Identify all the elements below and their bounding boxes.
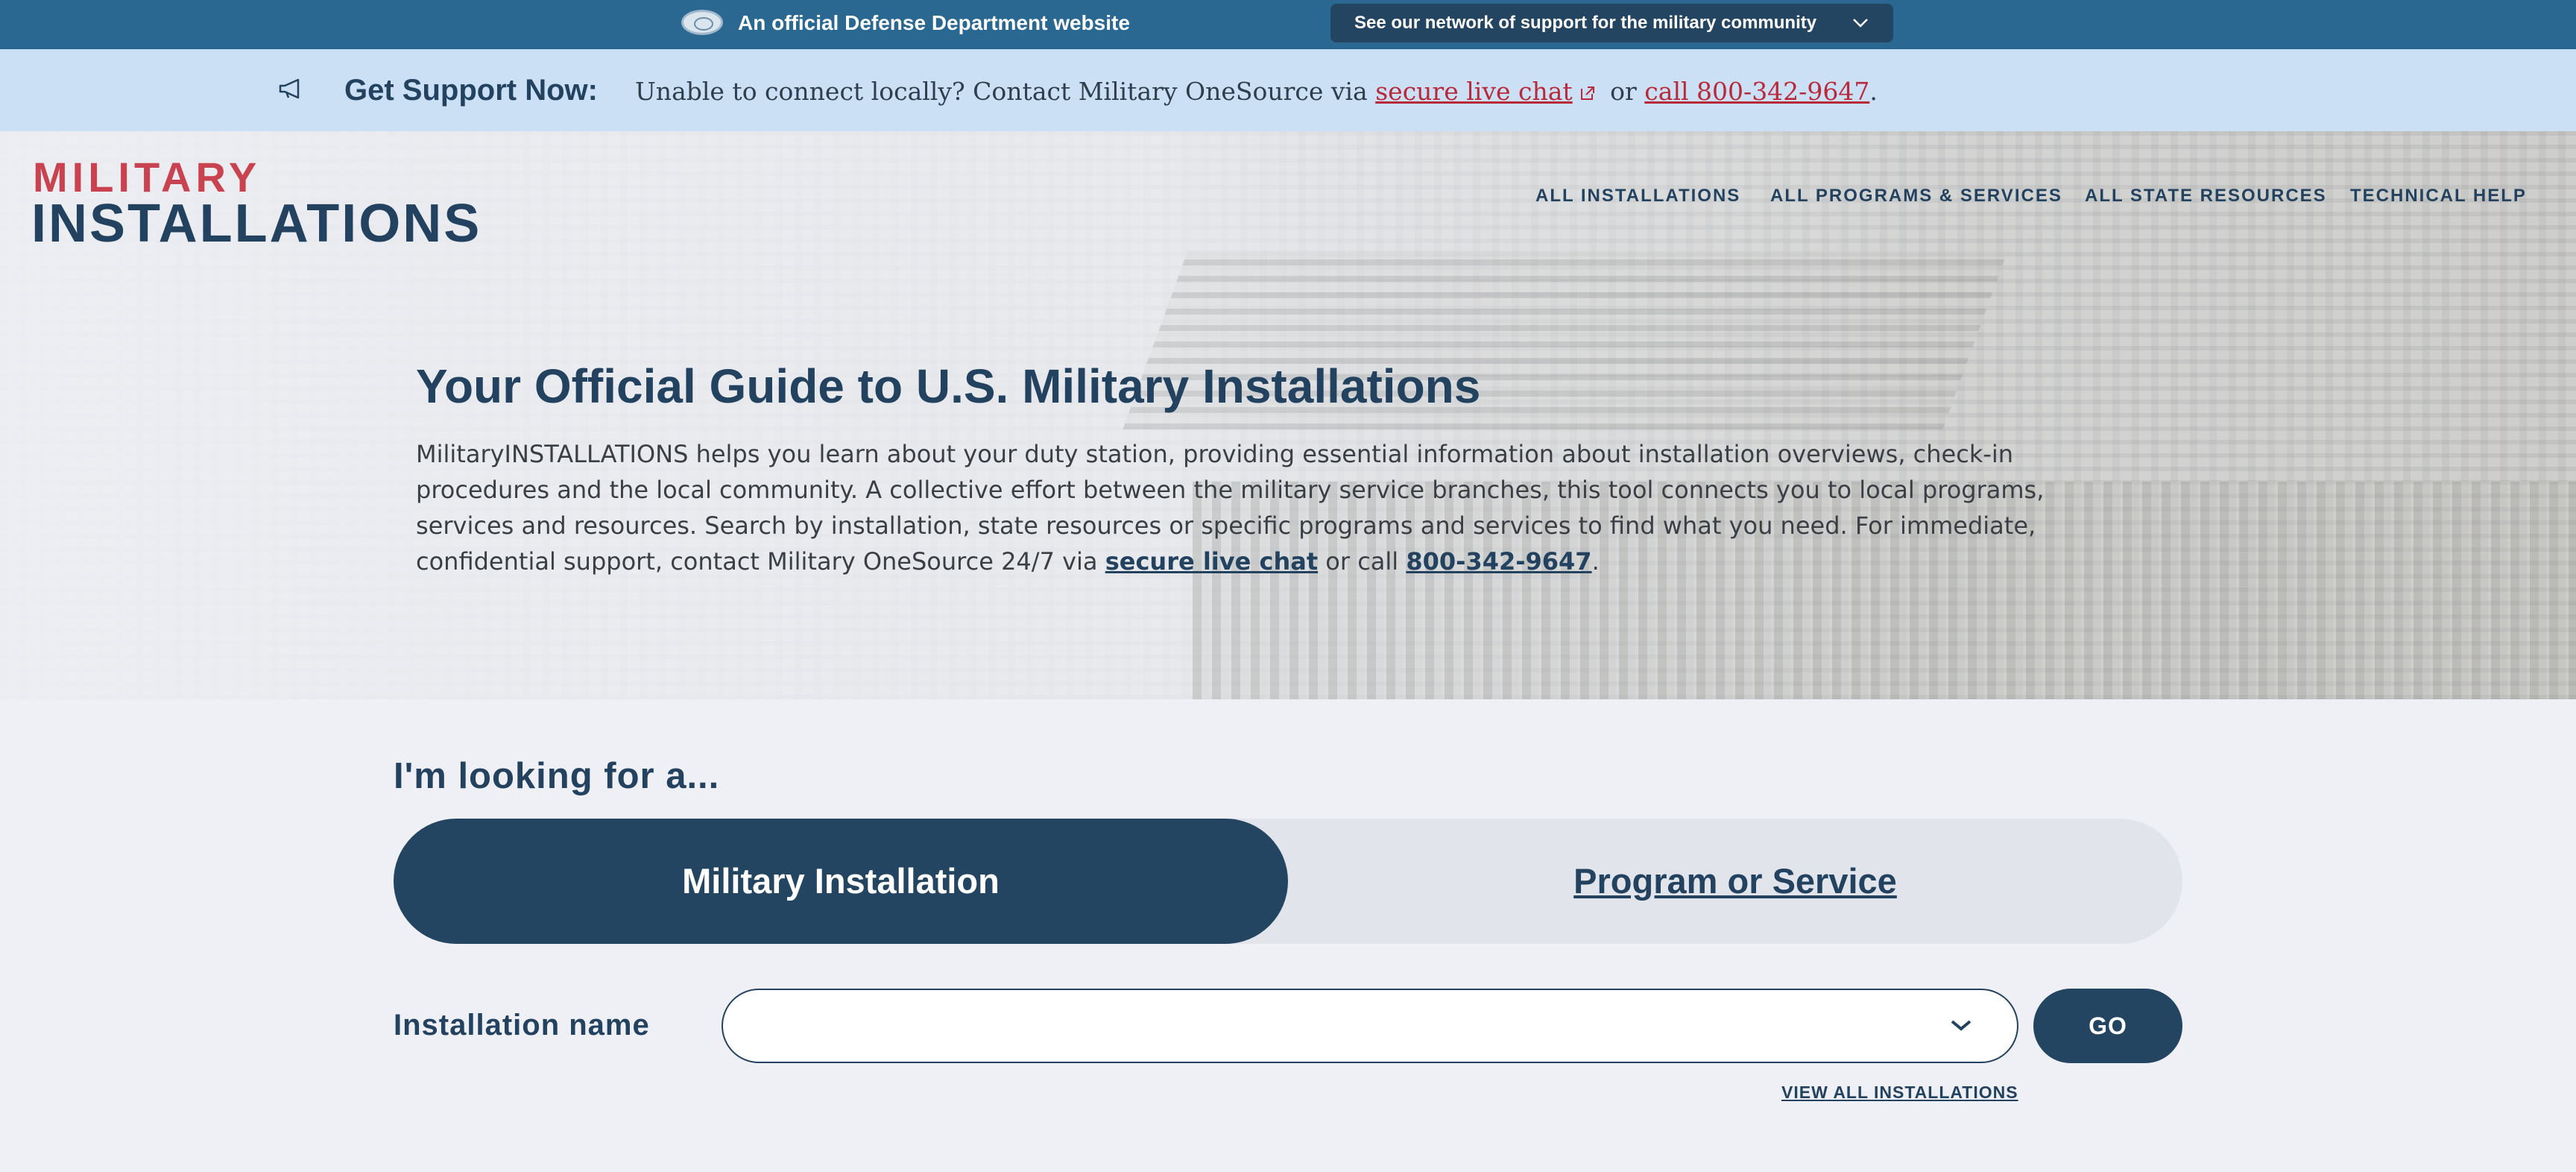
nav-all-state-resources[interactable]: ALL STATE RESOURCES (2085, 183, 2327, 209)
secure-live-chat-link[interactable]: secure live chat (1375, 77, 1572, 106)
external-link-icon (1580, 86, 1594, 100)
nav-all-programs-services[interactable]: ALL PROGRAMS & SERVICES (1770, 183, 2062, 209)
official-banner: An official Defense Department website S… (0, 0, 2576, 49)
network-support-label: See our network of support for the milit… (1354, 13, 1817, 33)
chevron-down-icon (1951, 1020, 1972, 1031)
hero-description: MilitaryINSTALLATIONS helps you learn ab… (416, 436, 2145, 579)
support-text-before: Unable to connect locally? Contact Milit… (635, 77, 1376, 106)
tab-military-installation[interactable]: Military Installation (394, 819, 1288, 944)
official-site-text: An official Defense Department website (738, 11, 1130, 34)
logo-installations[interactable]: INSTALLATIONS (31, 195, 482, 252)
chevron-down-icon (1853, 19, 1868, 28)
support-bar: Get Support Now: Unable to connect local… (0, 49, 2576, 131)
page-title: Your Official Guide to U.S. Military Ins… (416, 359, 1481, 413)
support-text: Unable to connect locally? Contact Milit… (635, 73, 1878, 110)
nav-technical-help[interactable]: TECHNICAL HELP (2350, 183, 2527, 209)
hero-secure-live-chat-link[interactable]: secure live chat (1105, 547, 1318, 576)
tab-program-or-service[interactable]: Program or Service (1288, 819, 2182, 944)
support-title: Get Support Now: (344, 74, 598, 107)
support-text-middle: or (1602, 77, 1645, 106)
logo-military[interactable]: MILITARY (33, 155, 261, 200)
call-phone-link[interactable]: call 800-342-9647 (1644, 77, 1869, 106)
nav-all-installations[interactable]: ALL INSTALLATIONS (1535, 183, 1740, 209)
hero-phone-link[interactable]: 800-342-9647 (1406, 547, 1591, 576)
go-button[interactable]: GO (2033, 989, 2182, 1063)
installation-name-select[interactable] (722, 989, 2018, 1063)
dod-seal-icon (681, 10, 723, 35)
megaphone-icon (279, 78, 300, 99)
support-text-after: . (1869, 77, 1878, 106)
network-support-button[interactable]: See our network of support for the milit… (1330, 4, 1893, 42)
installation-name-label: Installation name (394, 1009, 650, 1042)
hero-or-call-text: or call (1318, 547, 1407, 576)
search-type-toggle: Military Installation Program or Service (394, 819, 2182, 944)
view-all-installations-link[interactable]: VIEW ALL INSTALLATIONS (1781, 1081, 2018, 1103)
hero-description-end: . (1591, 547, 1600, 576)
looking-for-heading: I'm looking for a... (394, 756, 720, 796)
